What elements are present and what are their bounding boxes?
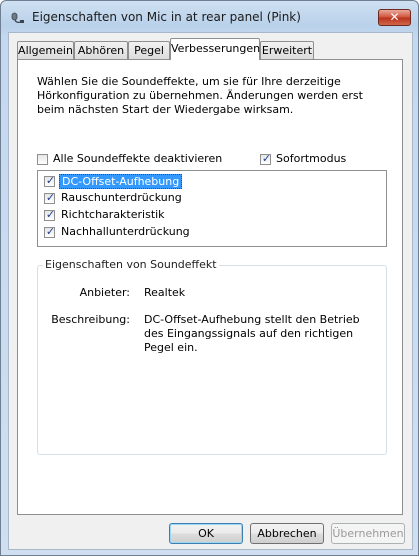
check-icon: ✓ bbox=[45, 174, 56, 187]
effects-list[interactable]: ✓ DC-Offset-Aufhebung ✓ Rauschunterdrück… bbox=[37, 170, 387, 247]
list-item[interactable]: ✓ DC-Offset-Aufhebung bbox=[42, 173, 382, 190]
disable-all-label[interactable]: Alle Soundeffekte deaktivieren bbox=[53, 152, 222, 165]
check-icon: ✓ bbox=[261, 152, 272, 165]
effect-properties-group: Eigenschaften von Soundeffekt Anbieter: … bbox=[37, 258, 387, 455]
list-item[interactable]: ✓ Richtcharakteristik bbox=[42, 207, 382, 224]
tab-verbesserungen[interactable]: Verbesserungen bbox=[170, 38, 260, 60]
enhancements-description: Wählen Sie die Soundeffekte, um sie für … bbox=[37, 75, 363, 116]
immediate-mode-checkbox[interactable]: ✓ bbox=[260, 152, 272, 165]
cancel-button[interactable]: Abbrechen bbox=[250, 523, 324, 544]
check-icon: ✓ bbox=[45, 225, 56, 238]
immediate-mode-label[interactable]: Sofortmodus bbox=[276, 152, 346, 165]
list-item[interactable]: ✓ Rauschunterdrückung bbox=[42, 190, 382, 207]
effect-label[interactable]: Richtcharakteristik bbox=[61, 208, 165, 221]
enhancements-panel: Wählen Sie die Soundeffekte, um sie für … bbox=[17, 59, 403, 515]
check-icon: ✓ bbox=[45, 208, 56, 221]
provider-label: Anbieter: bbox=[79, 286, 130, 299]
effect-label[interactable]: Nachhallunterdrückung bbox=[61, 225, 190, 238]
effect-checkbox[interactable]: ✓ bbox=[44, 174, 56, 187]
group-title: Eigenschaften von Soundeffekt bbox=[43, 258, 219, 271]
properties-dialog: Eigenschaften von Mic in at rear panel (… bbox=[0, 0, 419, 556]
apply-button[interactable]: Übernehmen bbox=[331, 523, 405, 544]
description-label: Beschreibung: bbox=[51, 313, 130, 326]
title-bar[interactable]: Eigenschaften von Mic in at rear panel (… bbox=[1, 1, 418, 33]
description-value: DC-Offset-Aufhebung stellt den Betrieb d… bbox=[144, 313, 360, 354]
dialog-client-area: Allgemein Abhören Pegel Verbesserungen E… bbox=[8, 32, 413, 550]
microphone-icon bbox=[11, 12, 24, 23]
window-title: Eigenschaften von Mic in at rear panel (… bbox=[32, 10, 301, 24]
list-item[interactable]: ✓ Nachhallunterdrückung bbox=[42, 224, 382, 241]
effect-checkbox[interactable]: ✓ bbox=[44, 191, 56, 204]
tab-allgemein[interactable]: Allgemein bbox=[17, 41, 74, 59]
provider-value: Realtek bbox=[144, 286, 186, 299]
tab-erweitert[interactable]: Erweitert bbox=[260, 41, 314, 59]
close-button[interactable]: ✕ bbox=[378, 9, 411, 26]
check-icon: ✓ bbox=[45, 191, 56, 204]
effect-label[interactable]: Rauschunterdrückung bbox=[61, 191, 182, 204]
tab-abhoeren[interactable]: Abhören bbox=[74, 41, 128, 59]
effect-checkbox[interactable]: ✓ bbox=[44, 225, 56, 238]
disable-all-checkbox[interactable] bbox=[37, 154, 48, 165]
ok-button[interactable]: OK bbox=[169, 523, 243, 544]
tab-pegel[interactable]: Pegel bbox=[128, 41, 170, 59]
effect-label[interactable]: DC-Offset-Aufhebung bbox=[59, 174, 183, 189]
effect-checkbox[interactable]: ✓ bbox=[44, 208, 56, 221]
